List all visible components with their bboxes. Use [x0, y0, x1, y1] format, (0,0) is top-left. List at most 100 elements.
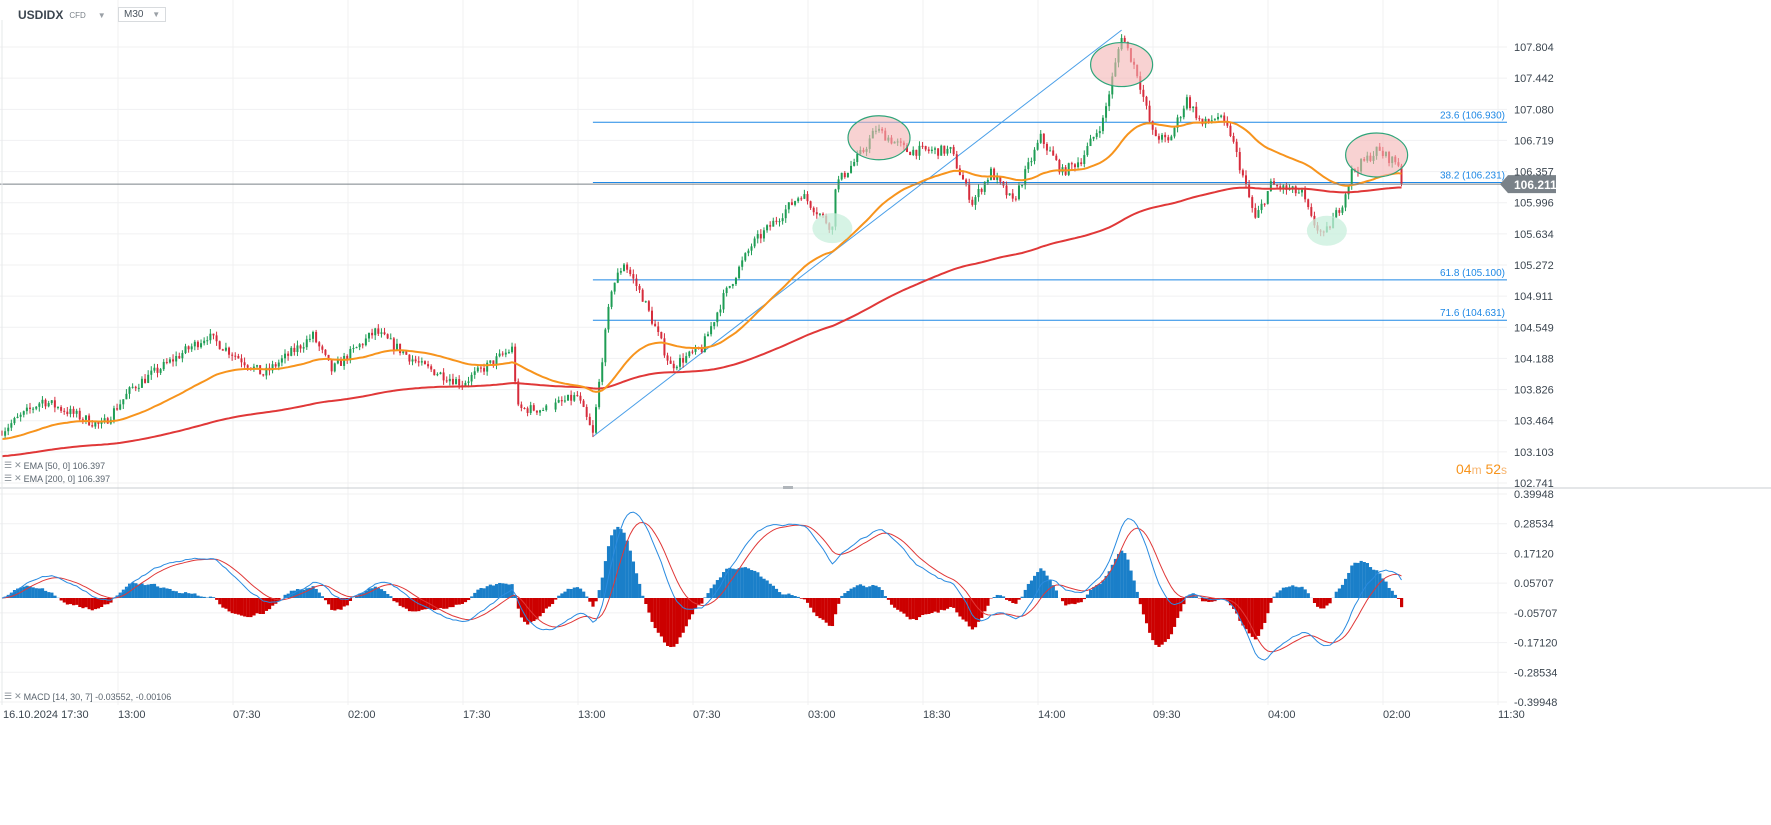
- price-tick-label: 104.549: [1514, 322, 1554, 334]
- macd-histogram-bar: [432, 598, 436, 611]
- macd-histogram-bar: [638, 583, 642, 598]
- macd-histogram-bar: [855, 585, 859, 598]
- macd-histogram-bar: [1141, 598, 1146, 615]
- candle-body: [430, 366, 433, 370]
- chevron-down-icon[interactable]: ▼: [98, 11, 106, 20]
- candle-body: [1030, 161, 1033, 163]
- fibonacci-levels[interactable]: 23.6 (106.930) 38.2 (106.231) 61.8 (105.10…: [592, 29, 1507, 437]
- candle-body: [775, 220, 778, 222]
- candle-body: [296, 345, 299, 352]
- macd-histogram-bar: [911, 598, 915, 619]
- close-icon[interactable]: ✕: [14, 691, 22, 702]
- macd-histogram-bar: [952, 598, 956, 608]
- candle-body: [479, 367, 482, 369]
- macd-histogram-bar: [1138, 598, 1142, 605]
- candle-body: [41, 399, 44, 404]
- candle-body: [853, 162, 856, 166]
- macd-histogram-bar: [1095, 585, 1099, 598]
- candle-body: [159, 369, 162, 373]
- candle-body: [1198, 118, 1201, 120]
- candle-body: [1263, 203, 1266, 205]
- candle-body: [1241, 170, 1244, 176]
- macd-histogram-bar: [588, 598, 592, 602]
- candle-body: [585, 406, 588, 417]
- macd-histogram-bar: [143, 585, 147, 598]
- candle-body: [1033, 149, 1036, 162]
- candle-body: [1161, 134, 1164, 140]
- macd-histogram-bar: [1353, 562, 1357, 598]
- macd-histogram-bar: [1362, 562, 1366, 598]
- candle-body: [277, 362, 280, 367]
- macd-histogram-bar: [183, 592, 188, 598]
- macd-histogram-bar: [165, 588, 169, 598]
- candle-body: [937, 148, 940, 156]
- candle-body: [312, 331, 314, 339]
- candle-body: [1105, 106, 1108, 118]
- macd-histogram-bar: [1166, 598, 1170, 640]
- candle-body: [769, 225, 772, 227]
- macd-histogram-bar: [737, 568, 741, 598]
- candle-body: [206, 340, 209, 342]
- timeframe-selector[interactable]: M30 ▼: [118, 7, 167, 22]
- macd-histogram-bar: [781, 594, 785, 598]
- countdown-minutes: 04: [1456, 461, 1472, 477]
- macd-histogram-bar: [575, 587, 580, 598]
- close-icon[interactable]: ✕: [14, 460, 22, 471]
- macd-legend[interactable]: ☰ ✕ MACD [14, 30, 7] -0.03552, -0.00106: [4, 691, 171, 702]
- candle-body: [383, 332, 386, 335]
- macd-histogram-bar: [1154, 598, 1158, 645]
- macd-histogram-bar: [1029, 580, 1034, 598]
- symbol-selector[interactable]: USDIDX CFD ▼: [18, 8, 106, 22]
- candle-body: [224, 347, 227, 351]
- macd-histogram-bar: [202, 596, 206, 598]
- candle-body: [35, 406, 38, 409]
- macd-histogram-bar: [22, 586, 26, 598]
- macd-histogram-bar: [1400, 598, 1404, 608]
- candle-body: [520, 404, 523, 408]
- candle-body: [669, 360, 672, 364]
- candle-body: [567, 394, 570, 401]
- macd-histogram-bar: [1260, 598, 1264, 630]
- candle-body: [274, 364, 277, 367]
- macd-histogram-bar: [1101, 580, 1105, 598]
- macd-histogram-bar: [1023, 589, 1027, 598]
- candle-body: [663, 338, 666, 356]
- macd-histogram-bar: [137, 584, 141, 598]
- candle-body: [507, 352, 510, 354]
- candle-body: [952, 147, 955, 155]
- settings-icon[interactable]: ☰: [4, 691, 12, 702]
- time-tick-label: 11:30: [1498, 709, 1525, 721]
- settings-icon[interactable]: ☰: [4, 473, 12, 484]
- candle-body: [803, 194, 806, 199]
- candle-body: [1089, 138, 1092, 147]
- macd-histogram-bar: [541, 598, 545, 613]
- candle-body: [607, 306, 610, 330]
- macd-histogram-bar: [849, 588, 853, 598]
- annotation-circles[interactable]: [812, 41, 1409, 246]
- ema50-legend[interactable]: ☰ ✕ EMA [50, 0] 106.397: [4, 460, 105, 471]
- macd-histogram-bar: [31, 587, 35, 598]
- candle-body: [1095, 133, 1098, 137]
- ema200-legend[interactable]: ☰ ✕ EMA [200, 0] 106.397: [4, 473, 110, 484]
- candle-body: [112, 408, 115, 420]
- macd-histogram-bar: [162, 587, 166, 598]
- macd-histogram-bar: [302, 589, 306, 598]
- candle-body: [290, 347, 293, 356]
- candle-body: [399, 343, 402, 354]
- settings-icon[interactable]: ☰: [4, 460, 12, 471]
- macd-histogram-bar: [215, 598, 219, 600]
- candle-body: [1248, 184, 1251, 198]
- macd-histogram-bar: [1322, 598, 1326, 609]
- chart-canvas[interactable]: 23.6 (106.930) 38.2 (106.231) 61.8 (105.10…: [0, 0, 1771, 825]
- candle-body: [989, 168, 992, 180]
- macd-histogram-bar: [224, 598, 228, 609]
- candle-body: [691, 351, 694, 353]
- candle-body: [1195, 106, 1198, 119]
- candle-body: [476, 367, 479, 372]
- ema200-line: [1, 186, 1402, 458]
- macd-histogram-bar: [401, 598, 405, 608]
- candle-body: [1045, 143, 1048, 151]
- close-icon[interactable]: ✕: [14, 473, 22, 484]
- macd-histogram-bar: [569, 588, 573, 598]
- macd-histogram-bar: [572, 587, 576, 598]
